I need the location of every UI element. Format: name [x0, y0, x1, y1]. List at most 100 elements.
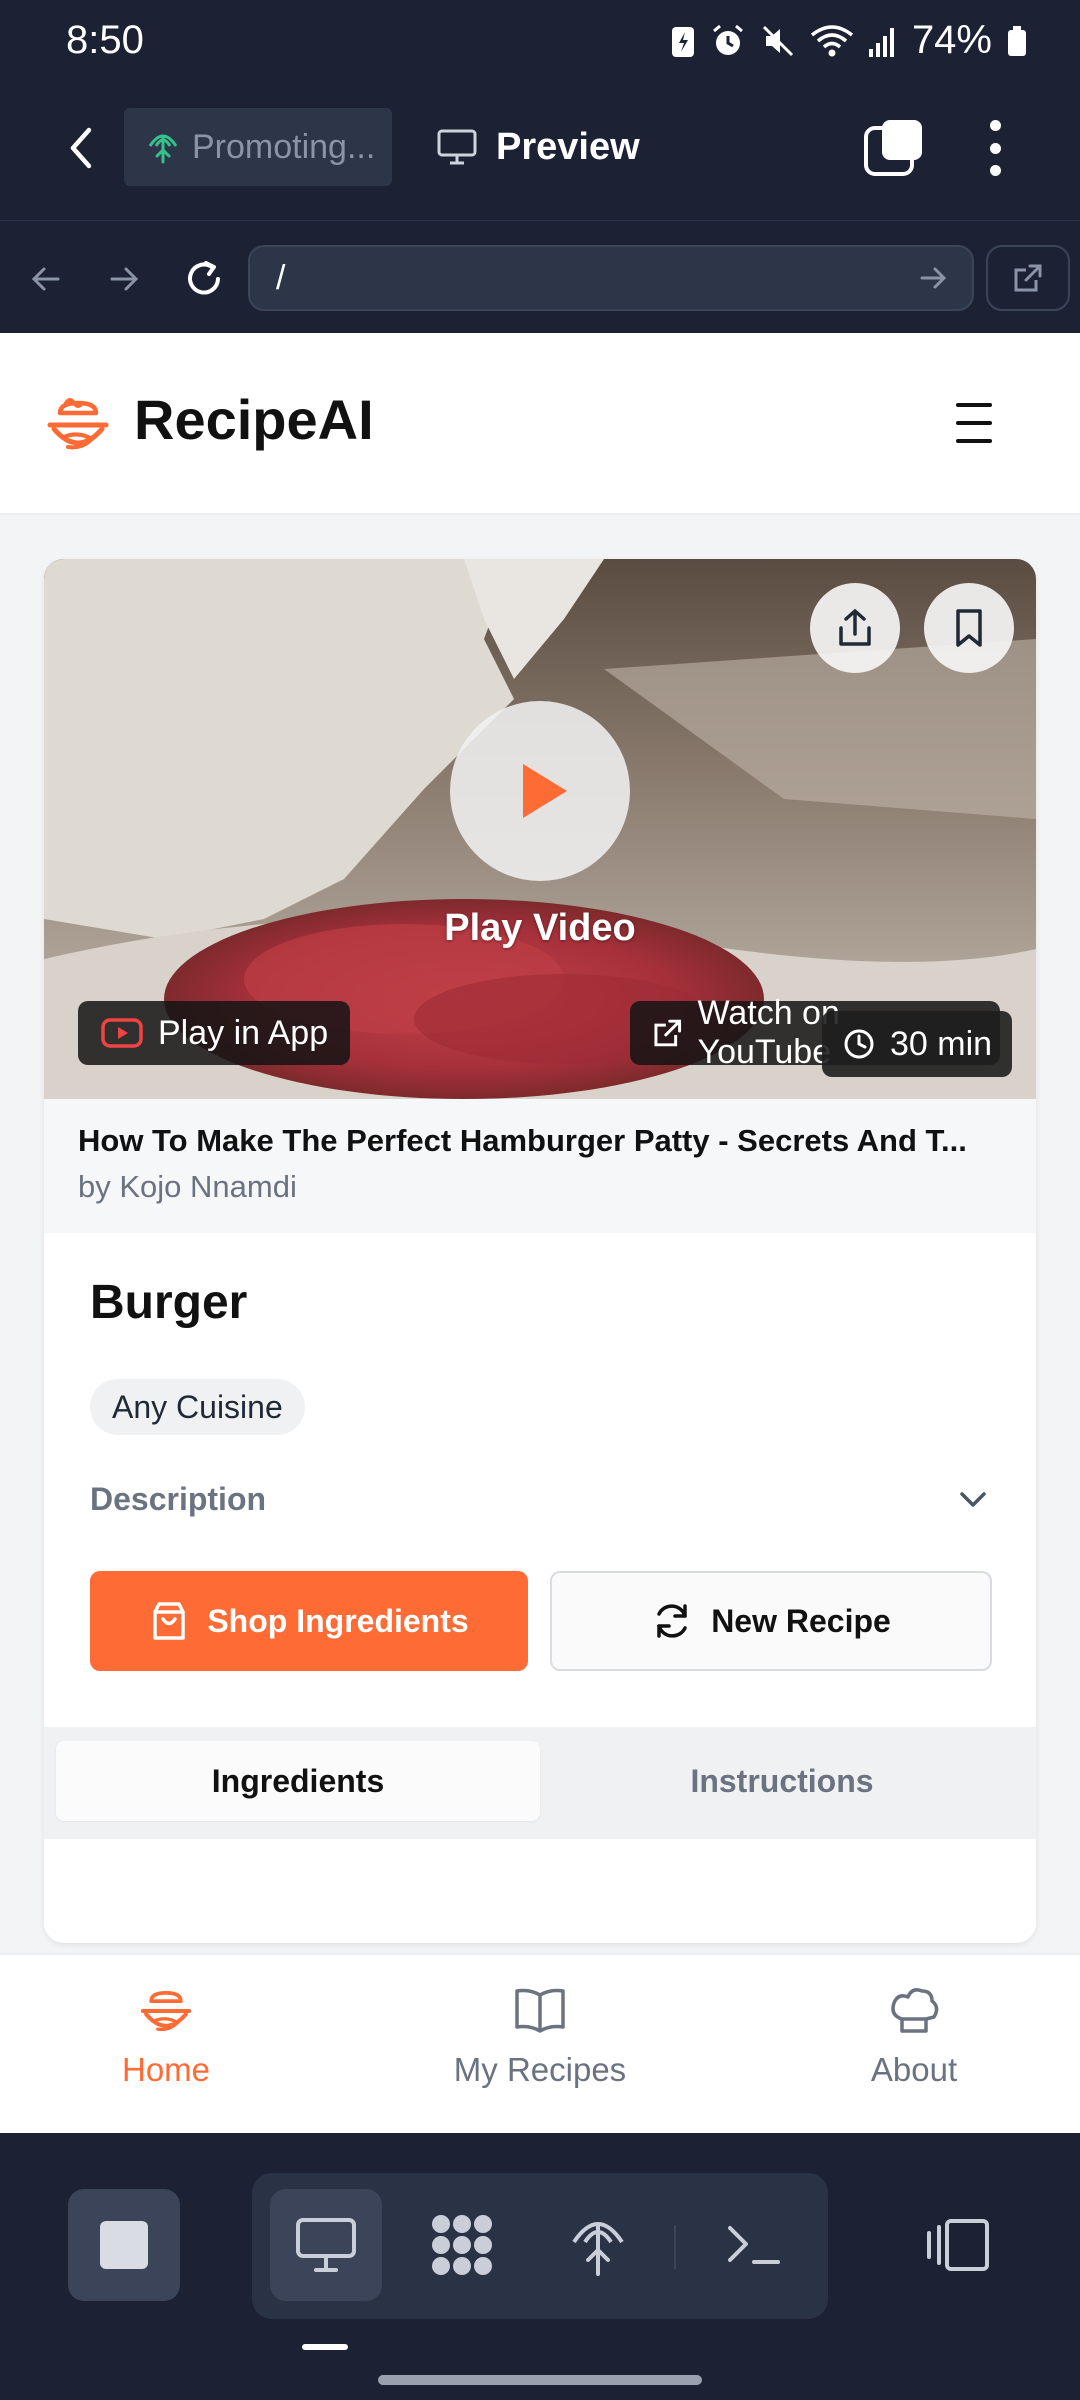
- windows-icon: [864, 120, 922, 176]
- deploy-icon: [148, 134, 178, 164]
- tabs-button[interactable]: [862, 116, 926, 180]
- menu-line: [956, 403, 992, 407]
- promoting-tab[interactable]: Promoting...: [124, 108, 392, 186]
- refresh-icon: [657, 1604, 687, 1638]
- browser-forward-button[interactable]: [96, 251, 152, 307]
- status-time: 8:50: [66, 18, 144, 62]
- browser-back-button[interactable]: [18, 251, 74, 307]
- chef-hat-icon: [891, 1988, 939, 2033]
- device-frame-icon: [927, 2219, 989, 2271]
- chef-bowl-logo-icon[interactable]: [44, 391, 112, 459]
- reload-icon: [188, 261, 220, 295]
- new-recipe-label: New Recipe: [711, 1602, 891, 1639]
- bottom-nav: Home My Recipes About: [0, 1953, 1080, 2133]
- new-recipe-button[interactable]: New Recipe: [550, 1571, 992, 1671]
- chevron-down-icon: [960, 1492, 986, 1507]
- status-icons: 74%: [670, 18, 1028, 63]
- reload-button[interactable]: [176, 251, 232, 307]
- dot: [989, 120, 1001, 131]
- back-button[interactable]: [52, 118, 112, 178]
- open-external-button[interactable]: [986, 245, 1070, 311]
- battery-percent: 74%: [911, 18, 992, 62]
- external-link-icon: [1014, 264, 1042, 292]
- url-text: /: [276, 258, 286, 297]
- tool-group: [252, 2173, 828, 2319]
- stop-button[interactable]: [68, 2189, 180, 2301]
- share-button[interactable]: [810, 583, 900, 673]
- tab-instructions[interactable]: Instructions: [540, 1741, 1024, 1821]
- clock-icon: [844, 1029, 874, 1059]
- signal-icon: [868, 27, 894, 57]
- nav-my-recipes[interactable]: My Recipes: [390, 1983, 690, 2089]
- youtube-icon: [101, 1018, 143, 1048]
- dev-toolbar: [0, 2133, 1080, 2400]
- monitor-icon: [437, 129, 477, 165]
- webview: RecipeAI Play Video Play in App Watch on…: [0, 333, 1080, 1953]
- chef-bowl-icon: [140, 1991, 192, 2032]
- video-player[interactable]: Play Video Play in App Watch on YouTube …: [44, 559, 1036, 1099]
- description-label: Description: [90, 1480, 267, 1517]
- video-author: by Kojo Nnamdi: [78, 1169, 297, 1204]
- site-header: RecipeAI: [0, 333, 1080, 515]
- cuisine-badge: Any Cuisine: [90, 1379, 305, 1435]
- bookmark-button[interactable]: [924, 583, 1014, 673]
- recipe-title: Burger: [90, 1276, 248, 1329]
- mute-icon: [762, 25, 793, 56]
- deploy-tool-button[interactable]: [542, 2189, 654, 2301]
- grid-dots-icon: [432, 2215, 492, 2275]
- bookmark-icon: [956, 609, 982, 647]
- divider: [674, 2225, 676, 2269]
- battery-saver-icon: [671, 26, 694, 57]
- play-video-button[interactable]: [450, 701, 630, 881]
- nav-about[interactable]: About: [764, 1983, 1064, 2089]
- preview-tab[interactable]: Preview: [436, 108, 640, 186]
- go-arrow-icon[interactable]: [916, 261, 950, 295]
- external-link-icon: [654, 1019, 682, 1047]
- shopping-bag-icon: [153, 1602, 186, 1640]
- description-toggle[interactable]: Description: [90, 1471, 990, 1527]
- terminal-icon: [728, 2226, 780, 2264]
- recipe-tabs: Ingredients Instructions: [44, 1727, 1036, 1839]
- book-icon: [515, 1988, 565, 2033]
- video-info: How To Make The Perfect Hamburger Patty …: [44, 1099, 1036, 1233]
- url-input[interactable]: /: [248, 245, 974, 311]
- nav-my-recipes-label: My Recipes: [453, 2051, 627, 2088]
- share-icon: [839, 609, 871, 646]
- active-indicator: [302, 2344, 348, 2350]
- play-video-label[interactable]: Play Video: [44, 907, 1036, 950]
- alarm-icon: [712, 24, 743, 55]
- menu-line: [956, 439, 992, 443]
- shop-ingredients-button[interactable]: Shop Ingredients: [90, 1571, 528, 1671]
- nav-home-label: Home: [121, 2051, 211, 2088]
- play-in-app-button[interactable]: Play in App: [78, 1001, 351, 1065]
- play-icon: [523, 764, 567, 818]
- brand-name[interactable]: RecipeAI: [134, 387, 374, 452]
- chevron-left-icon: [70, 127, 92, 169]
- arrow-right-icon: [110, 267, 139, 291]
- device-toggle-button[interactable]: [902, 2189, 1014, 2301]
- nav-home[interactable]: Home: [16, 1983, 316, 2089]
- deploy-icon: [572, 2222, 624, 2276]
- stop-icon: [100, 2221, 148, 2269]
- hamburger-menu-button[interactable]: [956, 403, 1000, 443]
- home-indicator[interactable]: [378, 2375, 702, 2385]
- url-bar-row: /: [0, 220, 1080, 333]
- promoting-label: Promoting...: [192, 127, 376, 166]
- tab-ingredients[interactable]: Ingredients: [56, 1741, 540, 1821]
- wifi-icon: [810, 24, 854, 56]
- dot: [989, 165, 1001, 176]
- terminal-tool-button[interactable]: [698, 2189, 810, 2301]
- recipe-card: Play Video Play in App Watch on YouTube …: [44, 559, 1036, 1943]
- integrations-tool-button[interactable]: [406, 2189, 518, 2301]
- video-title: How To Make The Perfect Hamburger Patty …: [78, 1123, 967, 1158]
- duration-label: 30 min: [890, 1024, 993, 1063]
- dot: [989, 142, 1001, 154]
- arrow-left-icon: [31, 267, 60, 291]
- nav-about-label: About: [870, 2051, 958, 2088]
- battery-icon: [1008, 25, 1026, 56]
- duration-badge: 30 min: [822, 1011, 1013, 1077]
- menu-line: [956, 421, 992, 425]
- preview-label: Preview: [496, 125, 640, 168]
- preview-tool-button[interactable]: [270, 2189, 382, 2301]
- more-options-button[interactable]: [970, 116, 1020, 180]
